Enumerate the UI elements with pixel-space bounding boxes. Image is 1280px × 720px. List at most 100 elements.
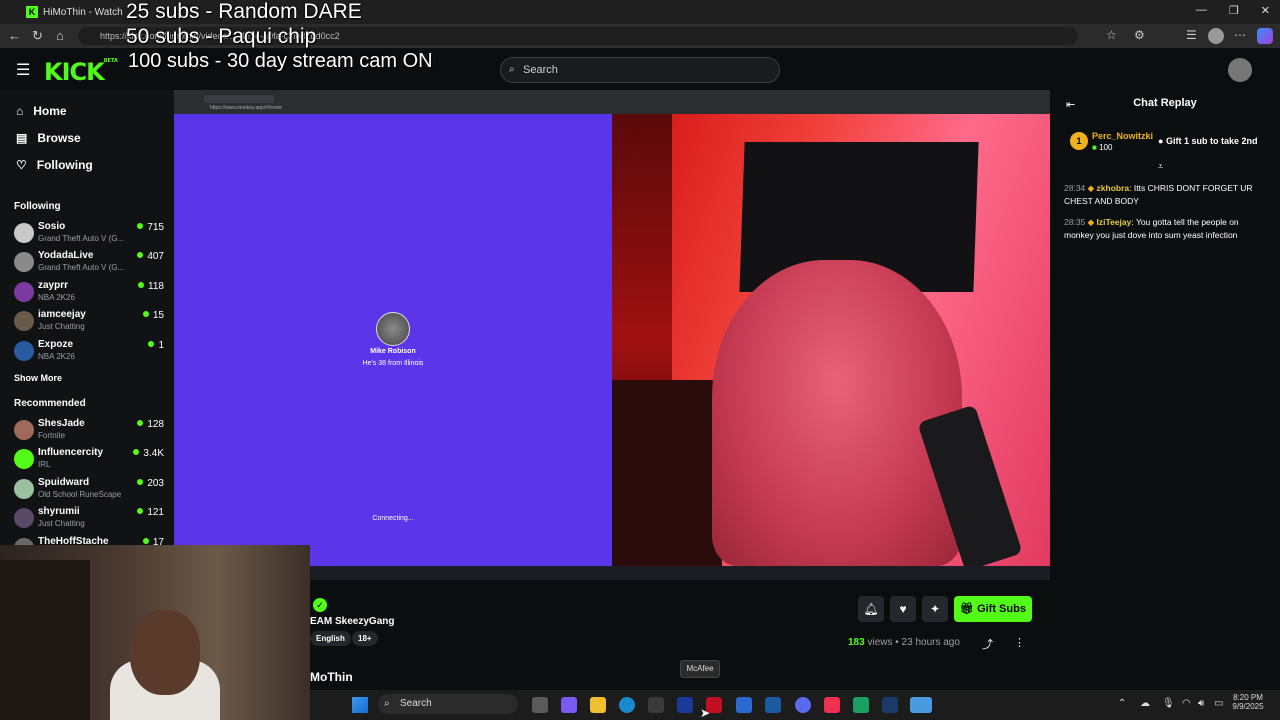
channel-category: NBA 2K26: [38, 351, 75, 361]
gift-icon: 🎁︎: [960, 603, 974, 615]
chat-timestamp: 28:34: [1064, 183, 1086, 193]
reload-icon[interactable]: ↻: [32, 28, 43, 44]
channel-viewers: 1: [148, 340, 164, 351]
tag-18plus[interactable]: 18+: [352, 631, 378, 646]
sidebar-item-home[interactable]: ⌂ Home: [16, 104, 67, 118]
battery-icon[interactable]: ▭: [1214, 698, 1223, 709]
channel-avatar: [14, 281, 34, 302]
channel-category: NBA 2K26: [38, 292, 75, 302]
overlay-goal-3: 100 subs - 30 day stream cam ON: [128, 50, 433, 72]
search-placeholder: Search: [523, 64, 558, 76]
more-icon[interactable]: ⋯: [1234, 28, 1246, 42]
music-icon[interactable]: [824, 697, 840, 713]
store-icon[interactable]: [648, 697, 664, 713]
collections-icon[interactable]: ☰: [1186, 28, 1197, 42]
steam-icon[interactable]: [882, 697, 898, 713]
verified-icon: ✓: [313, 598, 327, 612]
channel-viewers: 118: [138, 281, 164, 292]
xbox-icon[interactable]: [853, 697, 869, 713]
user-avatar[interactable]: [1228, 58, 1252, 82]
notify-button[interactable]: 🔔︎: [858, 596, 884, 622]
expand-pinned-icon[interactable]: ⩡: [1158, 161, 1163, 172]
channel-viewers: 121: [137, 507, 164, 518]
profile-avatar[interactable]: [1208, 28, 1224, 44]
follow-button[interactable]: ♥: [890, 596, 916, 622]
tag-english[interactable]: English: [310, 631, 351, 646]
mic-icon[interactable]: 🎙︎: [1162, 698, 1175, 709]
mouse-cursor-icon: ➤: [700, 706, 711, 720]
clip-button[interactable]: ✦: [922, 596, 948, 622]
sidebar-channel[interactable]: YodadaLive Grand Theft Auto V (G... 407: [14, 250, 164, 276]
l-app-icon[interactable]: [677, 697, 693, 713]
sidebar-channel[interactable]: shyrumii Just Chatting 121: [14, 506, 164, 532]
sidebar-item-following[interactable]: ♡ Following: [16, 158, 93, 172]
chat-timestamp: 28:35: [1064, 217, 1086, 227]
sidebar-channel[interactable]: Sosio Grand Theft Auto V (G... 715: [14, 221, 164, 247]
sidebar-channel[interactable]: Spuidward Old School RuneScape 203: [14, 477, 164, 503]
file-explorer-icon[interactable]: [590, 697, 606, 713]
view-count: 183 views • 23 hours ago: [848, 637, 960, 648]
taskbar-search[interactable]: ⌕ Search: [378, 694, 518, 714]
close-icon[interactable]: ✕: [1261, 4, 1270, 17]
channel-category: Grand Theft Auto V (G...: [38, 263, 125, 273]
sidebar-channel[interactable]: Expoze NBA 2K26 1: [14, 339, 164, 365]
dresser: [612, 380, 722, 566]
share-icon[interactable]: ⤴: [982, 636, 993, 652]
gift-subs-button[interactable]: 🎁︎ Gift Subs: [954, 596, 1032, 622]
search-input[interactable]: ⌕ Search: [500, 57, 780, 83]
menu-icon[interactable]: ☰: [16, 60, 30, 80]
copilot-icon[interactable]: [1257, 28, 1273, 44]
channel-avatar: [14, 478, 34, 499]
webcam-stairs: [0, 560, 90, 720]
outlook-icon[interactable]: [765, 697, 781, 713]
overlay-goal-1: 25 subs - Random DARE: [126, 0, 362, 23]
chat-username[interactable]: zkhobra: [1097, 183, 1130, 193]
discord-icon[interactable]: [795, 697, 811, 713]
editor-icon[interactable]: [736, 697, 752, 713]
kick-favicon-icon: K: [26, 6, 38, 18]
wifi-icon[interactable]: ◠: [1182, 698, 1191, 709]
edge-icon[interactable]: [619, 697, 635, 713]
heart-icon: ♥: [899, 602, 907, 616]
copilot-app-icon[interactable]: [561, 697, 577, 713]
channel-category: Just Chatting: [38, 322, 85, 332]
inner-url: https://www.monkey.app/#/home: [210, 105, 282, 111]
coin-icon: ●: [1158, 136, 1164, 146]
channel-avatar: [14, 420, 34, 440]
cloud-icon[interactable]: ☁: [1140, 698, 1150, 709]
home-icon: ⌂: [16, 104, 24, 118]
sidebar-channel[interactable]: zayprr NBA 2K26 118: [14, 280, 164, 306]
sidebar-channel[interactable]: Influencercity IRL 3.4K: [14, 447, 164, 473]
chat-message: 28:34 ◆ zkhobra: Itts CHRIS DONT FORGET …: [1064, 183, 1253, 206]
maximize-icon[interactable]: ❐: [1229, 4, 1239, 17]
channel-name: MoThin: [310, 670, 353, 684]
sparkle-icon: ✦: [929, 602, 941, 616]
more-options-icon[interactable]: ⋮: [1014, 636, 1025, 649]
volume-icon[interactable]: 🔊︎: [1198, 698, 1204, 709]
extensions-icon[interactable]: ⚙: [1134, 28, 1145, 42]
channel-name: Sosio: [38, 221, 66, 232]
active-app-icon[interactable]: [910, 697, 932, 713]
stream-title: EAM SkeezyGang: [310, 616, 395, 627]
pinned-text: ● Gift 1 sub to take 2nd: [1158, 136, 1258, 146]
show-more-link[interactable]: Show More: [14, 373, 62, 383]
taskbar-tooltip: McAfee: [680, 660, 720, 678]
kick-logo[interactable]: KICKBETA: [44, 58, 118, 86]
back-icon[interactable]: ←: [8, 28, 21, 43]
channel-avatar: [14, 340, 34, 361]
tray-chevron-icon[interactable]: ⌃: [1118, 698, 1126, 709]
sidebar-channel[interactable]: iamceejay Just Chatting 15: [14, 309, 164, 335]
start-icon[interactable]: [352, 697, 368, 713]
minimize-icon[interactable]: —: [1196, 4, 1207, 17]
task-view-icon[interactable]: [532, 697, 548, 713]
favorite-star-icon[interactable]: ☆: [1106, 28, 1117, 42]
taskbar-clock[interactable]: 8:20 PM 9/9/2025: [1228, 693, 1268, 711]
channel-name: zayprr: [38, 279, 69, 291]
home-icon[interactable]: ⌂: [56, 28, 64, 43]
channel-avatar: [14, 449, 34, 470]
sidebar-channel[interactable]: ShesJade Fortnite 128: [14, 418, 164, 444]
channel-viewers: 15: [143, 310, 164, 321]
search-icon: ⌕: [509, 64, 515, 75]
chat-username[interactable]: IziTeejay: [1097, 217, 1132, 227]
sidebar-item-browse[interactable]: ▤ Browse: [16, 131, 81, 145]
